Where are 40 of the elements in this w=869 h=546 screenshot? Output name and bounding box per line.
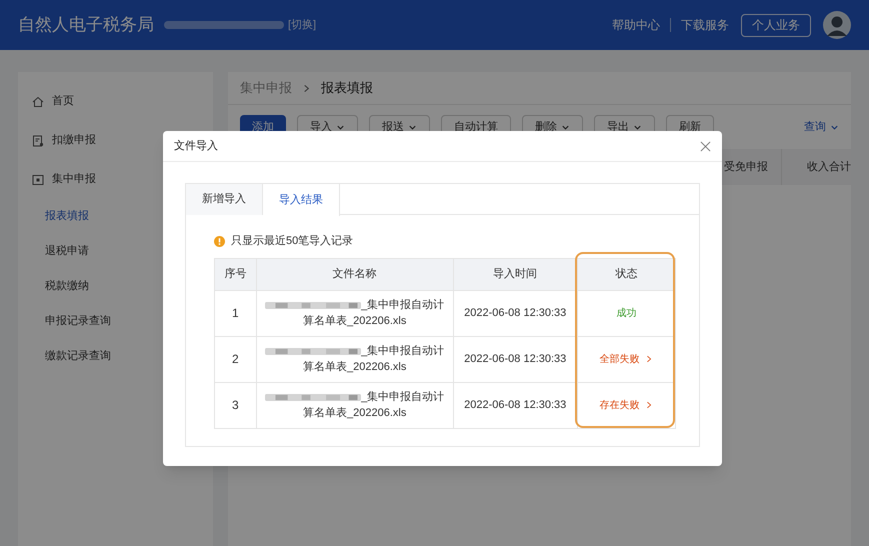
table-cell: 2 — [214, 336, 256, 382]
table-cell: _集中申报自动计算名单表_202206.xls — [256, 336, 454, 382]
column-header: 导入时间 — [453, 258, 578, 290]
column-header: 收入合计 — [781, 149, 851, 185]
warning-icon — [214, 236, 225, 247]
table-cell: 2022-06-08 12:30:33 — [453, 382, 578, 428]
column-header: 状态 — [577, 258, 676, 290]
header-link[interactable]: 下载服务 — [681, 16, 729, 34]
status-link[interactable]: 存在失败 — [599, 398, 654, 413]
column-header: 受免申报 — [723, 160, 769, 175]
square-icon — [32, 174, 44, 186]
dialog-title: 文件导入 — [174, 138, 218, 154]
column-header: 序号 — [214, 258, 256, 290]
switch-link[interactable]: [切换] — [288, 16, 316, 34]
home-icon — [32, 96, 44, 108]
table-cell: 3 — [214, 382, 256, 428]
breadcrumb-item: 报表填报 — [321, 79, 373, 98]
breadcrumb-item[interactable]: 集中申报 — [240, 78, 292, 98]
table-cell: 2022-06-08 12:30:33 — [453, 336, 578, 382]
header-link[interactable]: 帮助中心 — [612, 16, 660, 34]
status-link[interactable]: 全部失败 — [599, 352, 654, 367]
query-link[interactable]: 查询 — [804, 118, 839, 136]
status-text: 成功 — [616, 308, 636, 319]
document-icon — [32, 134, 44, 146]
sidebar-item[interactable]: 首页 — [18, 82, 213, 121]
table-cell: 2022-06-08 12:30:33 — [453, 290, 578, 336]
table-cell: _集中申报自动计算名单表_202206.xls — [256, 290, 454, 336]
tab[interactable]: 导入结果 — [263, 184, 340, 216]
column-header: 文件名称 — [256, 258, 454, 290]
avatar-icon[interactable] — [823, 11, 851, 39]
notice-text: 只显示最近50笔导入记录 — [231, 234, 354, 249]
table-cell: _集中申报自动计算名单表_202206.xls — [256, 382, 454, 428]
tab[interactable]: 新增导入 — [186, 184, 263, 215]
close-icon[interactable] — [700, 140, 711, 152]
table-cell: 1 — [214, 290, 256, 336]
personal-button[interactable]: 个人业务 — [741, 14, 811, 36]
chevron-icon — [302, 84, 311, 92]
chevron-icon — [645, 355, 654, 364]
chevron-icon — [645, 401, 654, 410]
site-title: 自然人电子税务局 — [18, 14, 154, 36]
